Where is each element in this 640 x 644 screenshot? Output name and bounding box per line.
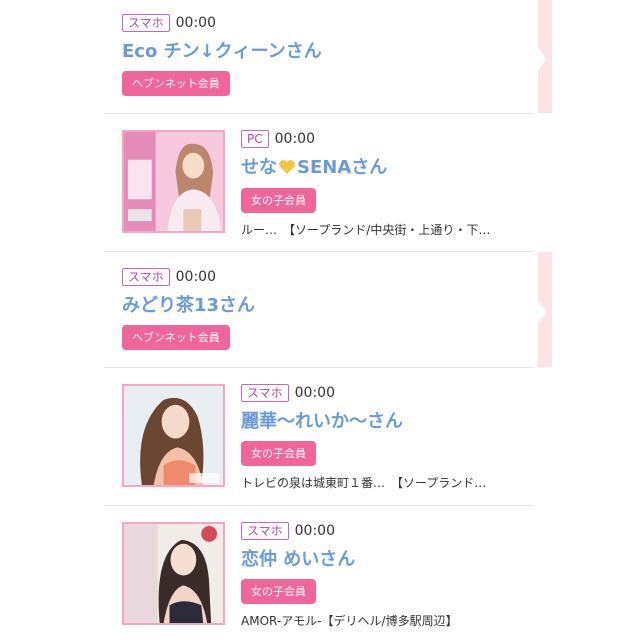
poster-name[interactable]: Eco チン↓クィーンさん [122, 37, 534, 63]
shop-info[interactable]: トレビの泉は城東町１番… 【ソープランド… [241, 474, 534, 491]
device-badge: スマホ [122, 268, 170, 286]
poster-name-prefix: せな [241, 157, 277, 178]
post-time: 00:00 [175, 15, 216, 31]
thumbnail-image [124, 386, 223, 485]
post-time: 00:00 [274, 131, 315, 147]
list-item[interactable]: スマホ 00:00 麗華〜れいか〜さん 女の子会員 トレビの泉は城東町１番… 【… [104, 368, 534, 506]
thumbnail-image [124, 524, 223, 623]
girl-thumbnail[interactable] [122, 522, 225, 625]
device-badge: スマホ [122, 14, 170, 32]
poster-name[interactable]: せな SENAさん [241, 153, 534, 180]
member-badge: 女の子会員 [241, 188, 316, 213]
list-item[interactable]: スマホ 00:00 みどり茶13さん ヘブンネット会員 [104, 252, 552, 368]
member-badge: ヘブンネット会員 [122, 71, 230, 96]
list-item[interactable]: スマホ 00:00 Eco チン↓クィーンさん ヘブンネット会員 [104, 0, 552, 114]
shop-info[interactable]: ルー… 【ソープランド/中央街・上通り・下… [241, 221, 534, 238]
post-time: 00:00 [175, 269, 216, 285]
diary-list: スマホ 00:00 Eco チン↓クィーンさん ヘブンネット会員 PC 00:0… [104, 0, 552, 644]
thumbnail-image [124, 132, 223, 231]
yellow-heart-icon [278, 159, 296, 180]
ribbon-decoration [538, 0, 552, 113]
poster-name[interactable]: みどり茶13さん [122, 291, 534, 317]
poster-name[interactable]: 恋仲 めいさん [241, 545, 534, 571]
girl-thumbnail[interactable] [122, 384, 225, 487]
ribbon-decoration [538, 252, 552, 367]
shop-info[interactable]: AMOR-アモル-【デリヘル/博多駅周辺】 [241, 612, 534, 629]
member-badge: 女の子会員 [241, 441, 316, 466]
poster-name[interactable]: 麗華〜れいか〜さん [241, 407, 534, 433]
post-time: 00:00 [294, 523, 335, 539]
post-time: 00:00 [294, 385, 335, 401]
list-item[interactable]: スマホ 00:00 恋仲 めいさん 女の子会員 AMOR-アモル-【デリヘル/博… [104, 506, 534, 644]
list-item[interactable]: PC 00:00 せな SENAさん 女の子会員 ルー… 【ソープランド/中央街・… [104, 114, 534, 252]
diary-list-page: スマホ 00:00 Eco チン↓クィーンさん ヘブンネット会員 PC 00:0… [0, 0, 640, 640]
device-badge: スマホ [241, 384, 289, 402]
girl-thumbnail[interactable] [122, 130, 225, 233]
device-badge: スマホ [241, 522, 289, 540]
poster-name-suffix: SENAさん [297, 157, 388, 178]
device-badge: PC [241, 130, 269, 148]
member-badge: 女の子会員 [241, 579, 316, 604]
member-badge: ヘブンネット会員 [122, 325, 230, 350]
